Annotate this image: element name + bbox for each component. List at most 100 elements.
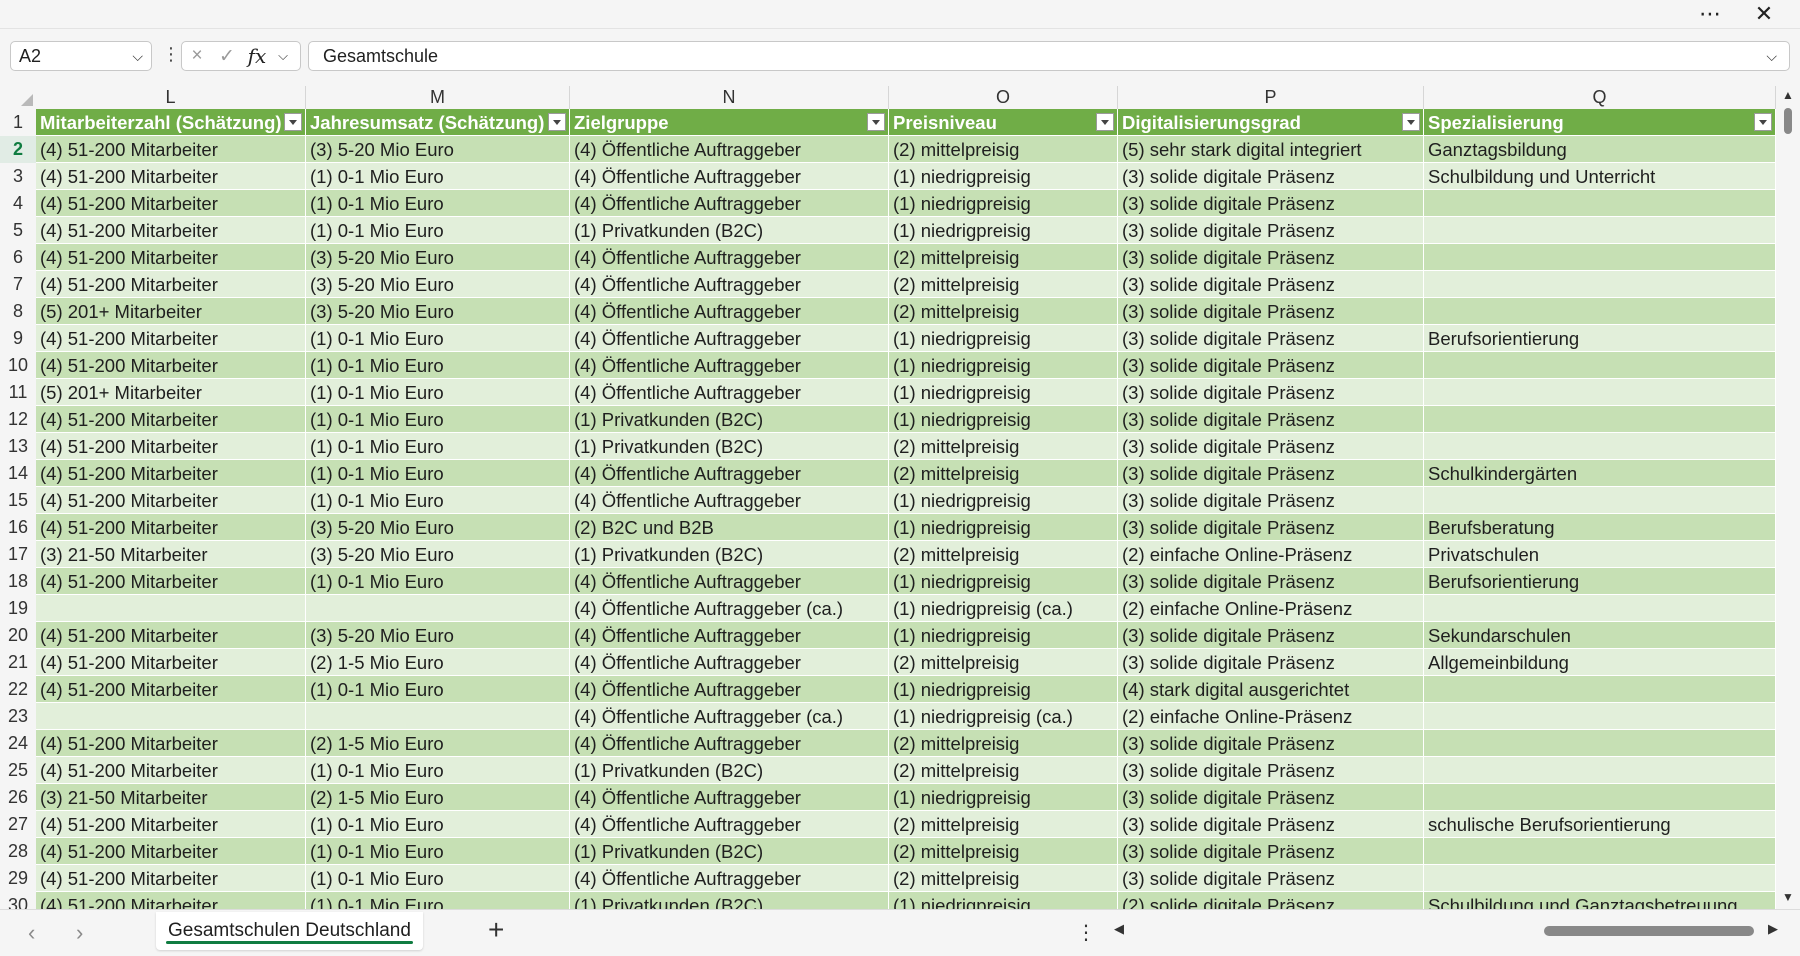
table-cell[interactable]: Privatschulen — [1424, 541, 1776, 568]
close-icon[interactable]: ✕ — [1746, 0, 1782, 28]
column-header-Q[interactable]: Q — [1424, 86, 1776, 109]
filter-dropdown-icon[interactable] — [1754, 113, 1772, 131]
table-cell[interactable]: (1) 0-1 Mio Euro — [306, 217, 570, 244]
table-cell[interactable]: (1) 0-1 Mio Euro — [306, 190, 570, 217]
table-cell[interactable]: (3) solide digitale Präsenz — [1118, 352, 1424, 379]
table-cell[interactable]: (4) Öffentliche Auftraggeber — [570, 271, 889, 298]
table-cell[interactable]: (2) mittelpreisig — [889, 811, 1118, 838]
table-cell[interactable]: (4) 51-200 Mitarbeiter — [36, 811, 306, 838]
scroll-down-icon[interactable]: ▼ — [1782, 890, 1794, 904]
row-number[interactable]: 4 — [0, 190, 36, 217]
row-number[interactable]: 3 — [0, 163, 36, 190]
name-box[interactable]: A2 ⌵ — [10, 41, 152, 71]
table-cell[interactable]: (2) mittelpreisig — [889, 433, 1118, 460]
table-cell[interactable]: (4) Öffentliche Auftraggeber — [570, 244, 889, 271]
header-cell[interactable]: Jahresumsatz (Schätzung) — [306, 109, 570, 136]
table-cell[interactable]: Sekundarschulen — [1424, 622, 1776, 649]
table-cell[interactable]: (3) solide digitale Präsenz — [1118, 649, 1424, 676]
scroll-thumb[interactable] — [1784, 108, 1792, 134]
table-cell[interactable] — [36, 595, 306, 622]
table-cell[interactable]: (2) mittelpreisig — [889, 865, 1118, 892]
table-cell[interactable]: (4) 51-200 Mitarbeiter — [36, 136, 306, 163]
table-cell[interactable]: (1) Privatkunden (B2C) — [570, 217, 889, 244]
table-cell[interactable]: (3) solide digitale Präsenz — [1118, 811, 1424, 838]
table-cell[interactable]: (4) 51-200 Mitarbeiter — [36, 406, 306, 433]
table-cell[interactable]: (1) 0-1 Mio Euro — [306, 460, 570, 487]
table-cell[interactable]: (3) solide digitale Präsenz — [1118, 622, 1424, 649]
table-cell[interactable]: (4) Öffentliche Auftraggeber — [570, 163, 889, 190]
table-cell[interactable]: (3) solide digitale Präsenz — [1118, 487, 1424, 514]
table-cell[interactable]: (3) solide digitale Präsenz — [1118, 406, 1424, 433]
table-cell[interactable]: (3) solide digitale Präsenz — [1118, 757, 1424, 784]
table-cell[interactable]: (1) 0-1 Mio Euro — [306, 433, 570, 460]
table-cell[interactable] — [36, 703, 306, 730]
scroll-thumb[interactable] — [1544, 926, 1754, 936]
chevron-down-icon[interactable]: ⌵ — [272, 48, 294, 64]
table-cell[interactable]: (2) einfache Online-Präsenz — [1118, 541, 1424, 568]
table-cell[interactable]: (5) sehr stark digital integriert — [1118, 136, 1424, 163]
table-cell[interactable]: Schulbildung und Ganztagsbetreuung — [1424, 892, 1776, 909]
header-cell[interactable]: Preisniveau — [889, 109, 1118, 136]
table-cell[interactable]: (1) niedrigpreisig — [889, 190, 1118, 217]
table-cell[interactable]: (4) Öffentliche Auftraggeber — [570, 649, 889, 676]
table-cell[interactable]: (4) 51-200 Mitarbeiter — [36, 730, 306, 757]
table-cell[interactable]: (4) Öffentliche Auftraggeber — [570, 487, 889, 514]
table-cell[interactable]: (4) Öffentliche Auftraggeber — [570, 190, 889, 217]
table-cell[interactable] — [1424, 217, 1776, 244]
table-cell[interactable]: (3) solide digitale Präsenz — [1118, 379, 1424, 406]
table-cell[interactable]: (1) niedrigpreisig — [889, 406, 1118, 433]
table-cell[interactable]: (4) 51-200 Mitarbeiter — [36, 325, 306, 352]
filter-dropdown-icon[interactable] — [867, 113, 885, 131]
table-cell[interactable]: (4) Öffentliche Auftraggeber — [570, 622, 889, 649]
table-cell[interactable]: (1) Privatkunden (B2C) — [570, 541, 889, 568]
table-cell[interactable]: Schulbildung und Unterricht — [1424, 163, 1776, 190]
table-cell[interactable] — [1424, 379, 1776, 406]
table-cell[interactable]: (2) mittelpreisig — [889, 298, 1118, 325]
table-cell[interactable]: Berufsorientierung — [1424, 568, 1776, 595]
table-cell[interactable]: (3) solide digitale Präsenz — [1118, 865, 1424, 892]
table-cell[interactable]: (4) Öffentliche Auftraggeber (ca.) — [570, 595, 889, 622]
select-all-corner[interactable] — [0, 86, 36, 109]
table-cell[interactable]: (3) 21-50 Mitarbeiter — [36, 784, 306, 811]
table-cell[interactable]: (1) niedrigpreisig (ca.) — [889, 703, 1118, 730]
table-cell[interactable] — [306, 703, 570, 730]
table-cell[interactable]: (2) mittelpreisig — [889, 730, 1118, 757]
table-cell[interactable]: (3) solide digitale Präsenz — [1118, 244, 1424, 271]
column-header-P[interactable]: P — [1118, 86, 1424, 109]
cancel-icon[interactable]: × — [182, 45, 212, 67]
row-number[interactable]: 6 — [0, 244, 36, 271]
table-cell[interactable]: (4) Öffentliche Auftraggeber — [570, 298, 889, 325]
table-cell[interactable]: (4) 51-200 Mitarbeiter — [36, 433, 306, 460]
table-cell[interactable]: (4) 51-200 Mitarbeiter — [36, 352, 306, 379]
expand-formula-icon[interactable]: ⌵ — [1766, 48, 1777, 65]
table-cell[interactable]: (3) solide digitale Präsenz — [1118, 514, 1424, 541]
table-cell[interactable]: (4) Öffentliche Auftraggeber — [570, 730, 889, 757]
table-cell[interactable]: (1) 0-1 Mio Euro — [306, 892, 570, 909]
row-number[interactable]: 21 — [0, 649, 36, 676]
table-cell[interactable]: Ganztagsbildung — [1424, 136, 1776, 163]
table-cell[interactable]: (2) mittelpreisig — [889, 757, 1118, 784]
table-cell[interactable] — [1424, 838, 1776, 865]
vertical-scrollbar[interactable]: ▲ ▼ — [1776, 86, 1800, 909]
check-icon[interactable]: ✓ — [212, 45, 242, 68]
table-cell[interactable]: (2) einfache Online-Präsenz — [1118, 595, 1424, 622]
row-number[interactable]: 29 — [0, 865, 36, 892]
row-number[interactable]: 30 — [0, 892, 36, 909]
table-cell[interactable]: (1) niedrigpreisig — [889, 325, 1118, 352]
table-cell[interactable]: (3) 5-20 Mio Euro — [306, 244, 570, 271]
row-number[interactable]: 9 — [0, 325, 36, 352]
row-number[interactable]: 11 — [0, 379, 36, 406]
row-number[interactable]: 5 — [0, 217, 36, 244]
table-cell[interactable]: (1) niedrigpreisig — [889, 217, 1118, 244]
scroll-left-icon[interactable]: ◀ — [1114, 921, 1124, 937]
table-cell[interactable]: (1) 0-1 Mio Euro — [306, 325, 570, 352]
table-cell[interactable]: (1) niedrigpreisig — [889, 352, 1118, 379]
table-cell[interactable]: (1) niedrigpreisig — [889, 784, 1118, 811]
scroll-right-icon[interactable]: ▶ — [1768, 921, 1778, 937]
table-cell[interactable]: (1) niedrigpreisig — [889, 514, 1118, 541]
row-number[interactable]: 28 — [0, 838, 36, 865]
table-cell[interactable]: (2) mittelpreisig — [889, 649, 1118, 676]
table-cell[interactable]: (3) solide digitale Präsenz — [1118, 784, 1424, 811]
row-number[interactable]: 14 — [0, 460, 36, 487]
table-cell[interactable] — [1424, 244, 1776, 271]
